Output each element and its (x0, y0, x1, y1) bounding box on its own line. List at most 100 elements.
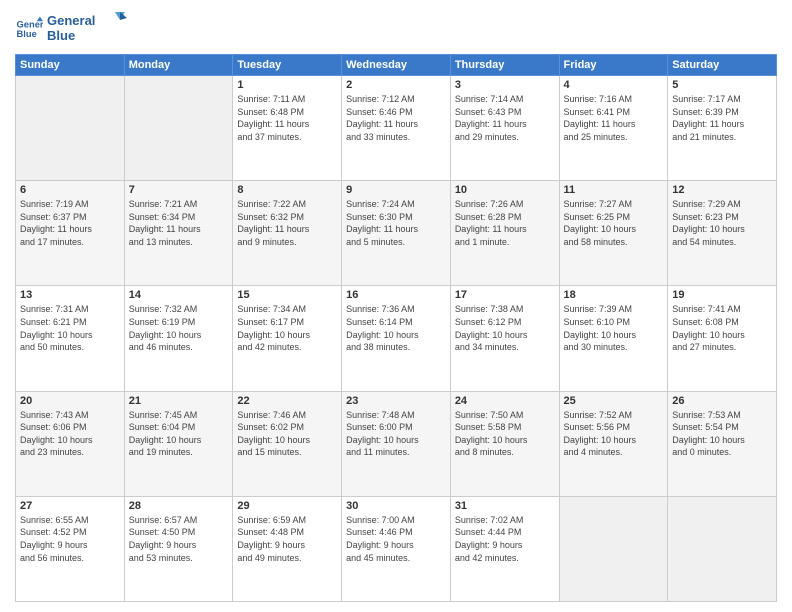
day-number: 26 (672, 395, 772, 407)
day-info: Sunrise: 7:34 AM Sunset: 6:17 PM Dayligh… (237, 303, 337, 353)
calendar-cell: 12 Sunrise: 7:29 AM Sunset: 6:23 PM Dayli… (668, 181, 777, 286)
calendar-cell: 15 Sunrise: 7:34 AM Sunset: 6:17 PM Dayli… (233, 286, 342, 391)
day-info: Sunrise: 7:02 AM Sunset: 4:44 PM Dayligh… (455, 514, 555, 564)
day-number: 6 (20, 184, 120, 196)
day-number: 3 (455, 79, 555, 91)
svg-text:Blue: Blue (17, 29, 37, 39)
day-info: Sunrise: 6:59 AM Sunset: 4:48 PM Dayligh… (237, 514, 337, 564)
calendar-week-0: 1Sunrise: 7:11 AM Sunset: 6:48 PM Daylig… (16, 76, 777, 181)
day-number: 4 (564, 79, 664, 91)
day-number: 14 (129, 289, 229, 301)
calendar-cell: 26Sunrise: 7:53 AM Sunset: 5:54 PM Dayli… (668, 391, 777, 496)
day-info: Sunrise: 7:38 AM Sunset: 6:12 PM Dayligh… (455, 303, 555, 353)
day-number: 28 (129, 500, 229, 512)
calendar-cell: 11 Sunrise: 7:27 AM Sunset: 6:25 PM Dayli… (559, 181, 668, 286)
day-header-monday: Monday (124, 55, 233, 76)
day-number: 17 (455, 289, 555, 301)
calendar-cell (559, 496, 668, 601)
day-number: 11 (564, 184, 664, 196)
page: General Blue General Blue SundayMondayTu… (0, 0, 792, 612)
day-number: 24 (455, 395, 555, 407)
day-number: 13 (20, 289, 120, 301)
calendar-cell: 3 Sunrise: 7:14 AM Sunset: 6:43 PM Daylig… (450, 76, 559, 181)
calendar-table: SundayMondayTuesdayWednesdayThursdayFrid… (15, 54, 777, 602)
day-number: 20 (20, 395, 120, 407)
calendar-cell: 23 Sunrise: 7:48 AM Sunset: 6:00 PM Dayli… (342, 391, 451, 496)
calendar-cell: 16 Sunrise: 7:36 AM Sunset: 6:14 PM Dayli… (342, 286, 451, 391)
day-info: Sunrise: 7:21 AM Sunset: 6:34 PM Dayligh… (129, 198, 229, 248)
day-number: 12 (672, 184, 772, 196)
day-number: 16 (346, 289, 446, 301)
day-header-friday: Friday (559, 55, 668, 76)
calendar-week-3: 20 Sunrise: 7:43 AM Sunset: 6:06 PM Dayli… (16, 391, 777, 496)
calendar-cell: 6 Sunrise: 7:19 AM Sunset: 6:37 PM Daylig… (16, 181, 125, 286)
calendar-cell: 18Sunrise: 7:39 AM Sunset: 6:10 PM Dayli… (559, 286, 668, 391)
day-info: Sunrise: 7:50 AM Sunset: 5:58 PM Dayligh… (455, 409, 555, 459)
calendar-cell: 4 Sunrise: 7:16 AM Sunset: 6:41 PM Daylig… (559, 76, 668, 181)
day-header-sunday: Sunday (16, 55, 125, 76)
calendar-header-row: SundayMondayTuesdayWednesdayThursdayFrid… (16, 55, 777, 76)
day-header-tuesday: Tuesday (233, 55, 342, 76)
day-info: Sunrise: 7:22 AM Sunset: 6:32 PM Dayligh… (237, 198, 337, 248)
svg-text:Blue: Blue (47, 28, 75, 43)
day-info: Sunrise: 7:39 AM Sunset: 6:10 PM Dayligh… (564, 303, 664, 353)
calendar-cell: 17 Sunrise: 7:38 AM Sunset: 6:12 PM Dayli… (450, 286, 559, 391)
day-info: Sunrise: 7:26 AM Sunset: 6:28 PM Dayligh… (455, 198, 555, 248)
day-number: 30 (346, 500, 446, 512)
calendar-cell: 24 Sunrise: 7:50 AM Sunset: 5:58 PM Dayli… (450, 391, 559, 496)
calendar-week-4: 27Sunrise: 6:55 AM Sunset: 4:52 PM Dayli… (16, 496, 777, 601)
day-info: Sunrise: 7:11 AM Sunset: 6:48 PM Dayligh… (237, 93, 337, 143)
calendar-week-1: 6 Sunrise: 7:19 AM Sunset: 6:37 PM Daylig… (16, 181, 777, 286)
calendar-cell: 25Sunrise: 7:52 AM Sunset: 5:56 PM Dayli… (559, 391, 668, 496)
day-info: Sunrise: 7:43 AM Sunset: 6:06 PM Dayligh… (20, 409, 120, 459)
day-number: 5 (672, 79, 772, 91)
day-number: 21 (129, 395, 229, 407)
day-info: Sunrise: 7:45 AM Sunset: 6:04 PM Dayligh… (129, 409, 229, 459)
calendar-week-2: 13 Sunrise: 7:31 AM Sunset: 6:21 PM Dayli… (16, 286, 777, 391)
day-number: 2 (346, 79, 446, 91)
day-number: 8 (237, 184, 337, 196)
calendar-cell: 8 Sunrise: 7:22 AM Sunset: 6:32 PM Daylig… (233, 181, 342, 286)
calendar-cell: 1Sunrise: 7:11 AM Sunset: 6:48 PM Daylig… (233, 76, 342, 181)
calendar-cell: 30 Sunrise: 7:00 AM Sunset: 4:46 PM Dayli… (342, 496, 451, 601)
day-info: Sunrise: 7:17 AM Sunset: 6:39 PM Dayligh… (672, 93, 772, 143)
day-number: 29 (237, 500, 337, 512)
calendar-cell: 14 Sunrise: 7:32 AM Sunset: 6:19 PM Dayli… (124, 286, 233, 391)
logo: General Blue General Blue (15, 10, 127, 48)
day-info: Sunrise: 7:14 AM Sunset: 6:43 PM Dayligh… (455, 93, 555, 143)
calendar-cell: 29 Sunrise: 6:59 AM Sunset: 4:48 PM Dayli… (233, 496, 342, 601)
day-info: Sunrise: 7:46 AM Sunset: 6:02 PM Dayligh… (237, 409, 337, 459)
day-number: 19 (672, 289, 772, 301)
calendar-cell: 7Sunrise: 7:21 AM Sunset: 6:34 PM Daylig… (124, 181, 233, 286)
day-number: 25 (564, 395, 664, 407)
calendar-cell (668, 496, 777, 601)
header: General Blue General Blue (15, 10, 777, 48)
day-info: Sunrise: 7:36 AM Sunset: 6:14 PM Dayligh… (346, 303, 446, 353)
calendar-cell (124, 76, 233, 181)
day-info: Sunrise: 6:57 AM Sunset: 4:50 PM Dayligh… (129, 514, 229, 564)
calendar-cell: 13 Sunrise: 7:31 AM Sunset: 6:21 PM Dayli… (16, 286, 125, 391)
day-info: Sunrise: 7:31 AM Sunset: 6:21 PM Dayligh… (20, 303, 120, 353)
day-info: Sunrise: 7:00 AM Sunset: 4:46 PM Dayligh… (346, 514, 446, 564)
day-info: Sunrise: 7:24 AM Sunset: 6:30 PM Dayligh… (346, 198, 446, 248)
day-info: Sunrise: 7:48 AM Sunset: 6:00 PM Dayligh… (346, 409, 446, 459)
calendar-cell: 19 Sunrise: 7:41 AM Sunset: 6:08 PM Dayli… (668, 286, 777, 391)
day-info: Sunrise: 7:32 AM Sunset: 6:19 PM Dayligh… (129, 303, 229, 353)
calendar-cell: 31Sunrise: 7:02 AM Sunset: 4:44 PM Dayli… (450, 496, 559, 601)
day-info: Sunrise: 7:29 AM Sunset: 6:23 PM Dayligh… (672, 198, 772, 248)
day-info: Sunrise: 7:27 AM Sunset: 6:25 PM Dayligh… (564, 198, 664, 248)
calendar-cell: 20 Sunrise: 7:43 AM Sunset: 6:06 PM Dayli… (16, 391, 125, 496)
calendar-cell: 10Sunrise: 7:26 AM Sunset: 6:28 PM Dayli… (450, 181, 559, 286)
day-header-wednesday: Wednesday (342, 55, 451, 76)
day-info: Sunrise: 7:16 AM Sunset: 6:41 PM Dayligh… (564, 93, 664, 143)
calendar-cell: 21 Sunrise: 7:45 AM Sunset: 6:04 PM Dayli… (124, 391, 233, 496)
calendar-cell: 9Sunrise: 7:24 AM Sunset: 6:30 PM Daylig… (342, 181, 451, 286)
day-info: Sunrise: 7:41 AM Sunset: 6:08 PM Dayligh… (672, 303, 772, 353)
calendar-cell: 27Sunrise: 6:55 AM Sunset: 4:52 PM Dayli… (16, 496, 125, 601)
svg-text:General: General (47, 13, 95, 28)
calendar-cell: 28 Sunrise: 6:57 AM Sunset: 4:50 PM Dayli… (124, 496, 233, 601)
day-info: Sunrise: 7:19 AM Sunset: 6:37 PM Dayligh… (20, 198, 120, 248)
day-header-thursday: Thursday (450, 55, 559, 76)
day-number: 23 (346, 395, 446, 407)
day-number: 15 (237, 289, 337, 301)
